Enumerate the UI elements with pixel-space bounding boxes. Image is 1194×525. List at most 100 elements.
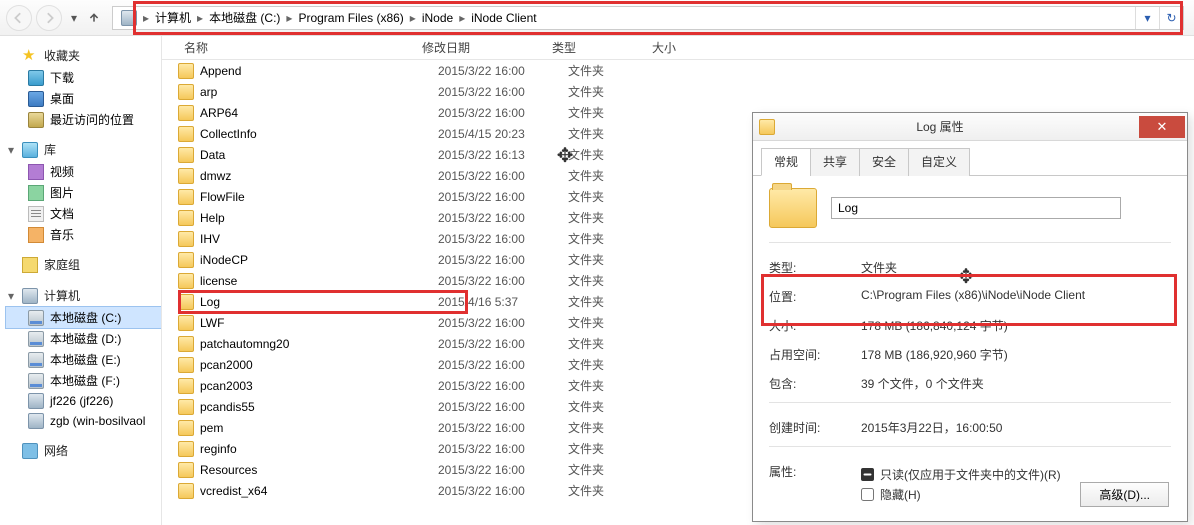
nav-up-button[interactable] [84,5,104,31]
prop-label-contains: 包含: [769,375,861,392]
column-header-date[interactable]: 修改日期 [422,39,552,56]
sidebar-label: 库 [44,141,56,158]
sidebar-item-label: 图片 [50,184,74,201]
file-name: arp [200,85,217,99]
address-dropdown-button[interactable]: ▾ [1135,7,1159,29]
tab-customize[interactable]: 自定义 [908,148,970,176]
sidebar-label: 计算机 [44,287,80,304]
chevron-down-icon: ▾ [6,143,16,157]
sidebar-item-drive-c[interactable]: 本地磁盘 (C:) [6,307,161,328]
checkbox-label: 只读(仅应用于文件夹中的文件)(R) [880,466,1061,483]
sidebar-item-drive-d[interactable]: 本地磁盘 (D:) [6,328,161,349]
sidebar-network-header[interactable]: 网络 [6,439,161,462]
library-icon [22,142,38,158]
file-date: 2015/3/22 16:00 [438,211,568,225]
checkbox-input[interactable] [861,468,874,481]
sidebar-item-desktop[interactable]: 桌面 [6,88,161,109]
column-header-size[interactable]: 大小 [652,39,722,56]
folder-name-input[interactable] [831,197,1121,219]
tab-general[interactable]: 常规 [761,148,811,176]
folder-icon [178,105,194,121]
file-type: 文件夹 [568,62,668,79]
computer-icon [121,10,137,26]
sidebar-label: 网络 [44,442,68,459]
close-button[interactable]: ✕ [1139,116,1185,138]
recent-icon [28,112,44,128]
file-type: 文件夹 [568,482,668,499]
advanced-button[interactable]: 高级(D)... [1080,482,1169,507]
file-name: patchautomng20 [200,337,289,351]
sidebar-item-label: 音乐 [50,226,74,243]
sidebar-item-videos[interactable]: 视频 [6,161,161,182]
video-icon [28,164,44,180]
chevron-right-icon[interactable]: ▸ [408,11,418,25]
sidebar-item-label: 桌面 [50,90,74,107]
folder-icon [178,189,194,205]
folder-icon [178,294,194,310]
file-type: 文件夹 [568,83,668,100]
sidebar-item-label: jf226 (jf226) [50,394,113,408]
toolbar: ▾ ▸ 计算机 ▸ 本地磁盘 (C:) ▸ Program Files (x86… [0,0,1194,36]
folder-icon [178,483,194,499]
sidebar-item-drive-e[interactable]: 本地磁盘 (E:) [6,349,161,370]
readonly-checkbox[interactable]: 只读(仅应用于文件夹中的文件)(R) [861,466,1171,483]
checkbox-input[interactable] [861,488,874,501]
file-type: 文件夹 [568,419,668,436]
folder-icon [178,84,194,100]
folder-icon [178,462,194,478]
chevron-right-icon[interactable]: ▸ [195,11,205,25]
file-name: LWF [200,316,224,330]
breadcrumb-segment[interactable]: iNode [418,7,457,29]
chevron-right-icon[interactable]: ▸ [141,11,151,25]
drive-icon [28,373,44,389]
column-header-name[interactable]: 名称 [162,39,422,56]
breadcrumb-segment[interactable]: iNode Client [467,7,540,29]
sidebar-computer-header[interactable]: ▾计算机 [6,284,161,307]
breadcrumb-segment[interactable]: 计算机 [151,7,195,29]
column-headers: 名称 修改日期 类型 大小 [162,36,1194,60]
prop-value-sizeondisk: 178 MB (186,920,960 字节) [861,346,1171,363]
folder-icon [178,231,194,247]
sidebar-item-downloads[interactable]: 下载 [6,67,161,88]
dialog-titlebar[interactable]: Log 属性 ✕ [753,113,1187,141]
file-row[interactable]: Append2015/3/22 16:00文件夹 [162,60,1194,81]
file-type: 文件夹 [568,125,668,142]
folder-icon [178,378,194,394]
sidebar-item-documents[interactable]: 文档 [6,203,161,224]
sidebar-item-music[interactable]: 音乐 [6,224,161,245]
dialog-body: 类型:文件夹 位置:C:\Program Files (x86)\iNode\i… [753,176,1187,521]
file-type: 文件夹 [568,167,668,184]
file-name: pcan2003 [200,379,253,393]
navigation-sidebar: ★收藏夹 下载 桌面 最近访问的位置 ▾库 视频 图片 文档 音乐 家庭组 ▾计… [0,36,162,525]
column-header-type[interactable]: 类型 [552,39,652,56]
file-type: 文件夹 [568,209,668,226]
file-date: 2015/3/22 16:00 [438,316,568,330]
file-row[interactable]: arp2015/3/22 16:00文件夹 [162,81,1194,102]
address-bar[interactable]: ▸ 计算机 ▸ 本地磁盘 (C:) ▸ Program Files (x86) … [112,6,1184,30]
sidebar-favorites-header[interactable]: ★收藏夹 [6,44,161,67]
prop-label-location: 位置: [769,288,861,305]
drive-icon [28,352,44,368]
sidebar-item-pictures[interactable]: 图片 [6,182,161,203]
chevron-right-icon[interactable]: ▸ [284,11,294,25]
file-name: Append [200,64,241,78]
chevron-right-icon[interactable]: ▸ [457,11,467,25]
breadcrumb-segment[interactable]: Program Files (x86) [294,7,407,29]
file-date: 2015/3/22 16:00 [438,337,568,351]
sidebar-item-network-pc[interactable]: jf226 (jf226) [6,391,161,411]
sidebar-item-network-pc[interactable]: zgb (win-bosilvaol [6,411,161,431]
sidebar-homegroup-header[interactable]: 家庭组 [6,253,161,276]
refresh-button[interactable]: ↻ [1159,7,1183,29]
nav-back-button[interactable] [6,5,32,31]
tab-sharing[interactable]: 共享 [810,148,860,176]
sidebar-item-recent[interactable]: 最近访问的位置 [6,109,161,130]
sidebar-item-drive-f[interactable]: 本地磁盘 (F:) [6,370,161,391]
sidebar-libraries-header[interactable]: ▾库 [6,138,161,161]
file-date: 2015/4/15 20:23 [438,127,568,141]
nav-history-dropdown[interactable]: ▾ [64,5,84,31]
nav-forward-button[interactable] [36,5,62,31]
breadcrumb-segment[interactable]: 本地磁盘 (C:) [205,7,284,29]
tab-security[interactable]: 安全 [859,148,909,176]
file-date: 2015/3/22 16:00 [438,232,568,246]
prop-value-contains: 39 个文件，0 个文件夹 [861,375,1171,392]
